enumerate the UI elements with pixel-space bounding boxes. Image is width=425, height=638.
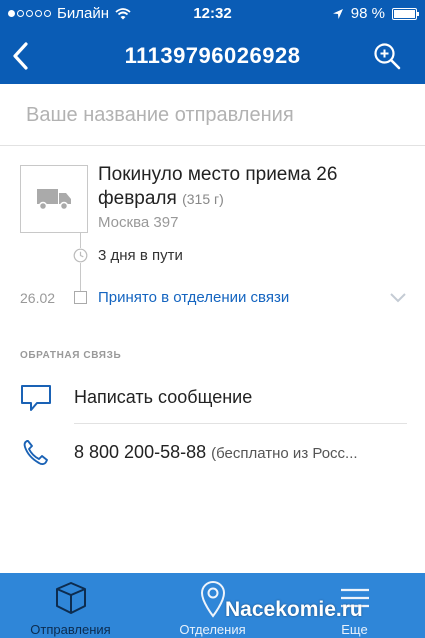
feedback-section-title: ОБРАТНАЯ СВЯЗЬ bbox=[20, 350, 122, 361]
tab-shipments-label: Отправления bbox=[30, 622, 111, 637]
box-icon bbox=[55, 582, 86, 614]
zoom-in-icon[interactable] bbox=[373, 42, 401, 70]
chevron-down-icon[interactable] bbox=[389, 290, 407, 304]
shipment-name-input[interactable] bbox=[26, 98, 406, 132]
transit-duration: 3 дня в пути bbox=[98, 247, 183, 264]
status-bar: Билайн 12:32 98 % bbox=[0, 0, 425, 28]
hotline-row[interactable]: 8 800 200-58-88 (бесплатно из Росс... bbox=[0, 428, 425, 478]
timeline-node bbox=[74, 291, 87, 304]
parcel-weight: (315 г) bbox=[182, 191, 224, 207]
status-right: 98 % bbox=[332, 5, 419, 22]
write-message-row[interactable]: Написать сообщение bbox=[0, 373, 425, 423]
phone-icon bbox=[23, 440, 48, 466]
clock-icon bbox=[73, 248, 88, 263]
battery-level bbox=[394, 9, 415, 18]
truck-icon bbox=[37, 189, 71, 211]
phone-note: (бесплатно из Росс... bbox=[211, 445, 358, 462]
battery-percent: 98 % bbox=[350, 5, 385, 22]
location-pin-icon bbox=[200, 581, 225, 618]
nav-header: 11139796026928 bbox=[0, 28, 425, 84]
event-accepted-link[interactable]: Принято в отделении связи bbox=[98, 289, 289, 306]
location-arrow-icon bbox=[332, 8, 343, 19]
battery-icon bbox=[392, 7, 419, 20]
watermark: Nacekomie.ru bbox=[225, 598, 363, 621]
write-message-label: Написать сообщение bbox=[74, 387, 253, 407]
phone-number: 8 800 200-58-88 bbox=[74, 442, 207, 462]
tab-more-label: Еще bbox=[341, 622, 368, 637]
tab-shipments[interactable]: Отправления bbox=[0, 573, 141, 638]
timeline-line-bottom bbox=[80, 263, 81, 291]
message-icon bbox=[21, 385, 51, 411]
timeline-line-top bbox=[80, 233, 81, 248]
tab-offices-label: Отделения bbox=[179, 622, 246, 637]
divider bbox=[74, 423, 407, 424]
status-location: Москва 397 bbox=[98, 214, 179, 231]
current-status: Покинуло место приема 26 февраля (315 г) bbox=[98, 163, 398, 211]
shipment-status-icon bbox=[20, 165, 88, 233]
tracking-number-title: 11139796026928 bbox=[124, 43, 301, 68]
event-date: 26.02 bbox=[20, 290, 56, 306]
shipment-name-row bbox=[0, 84, 425, 146]
hotline-text: 8 800 200-58-88 (бесплатно из Росс... bbox=[74, 442, 404, 463]
